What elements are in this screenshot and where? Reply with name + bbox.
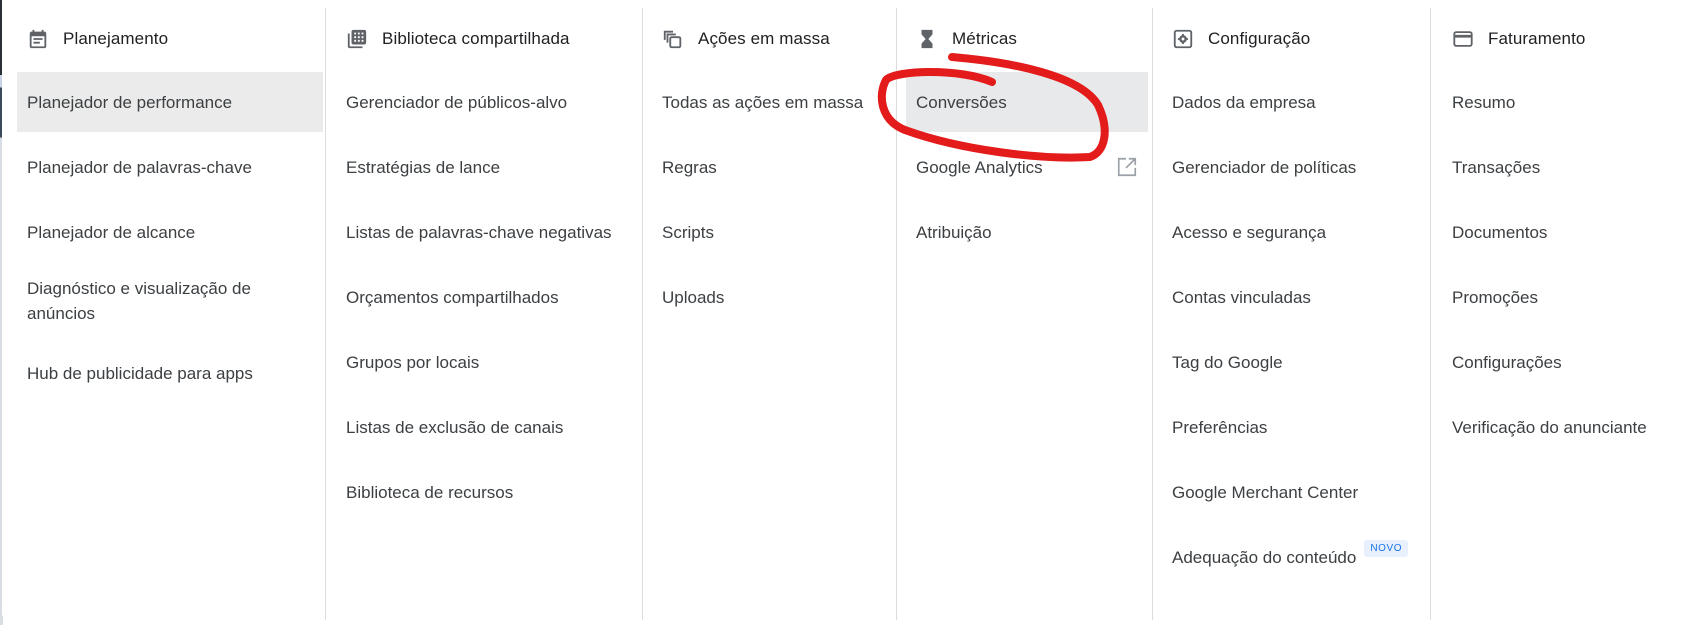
column-divider [896, 8, 897, 620]
menu-item-grupos-por-locais[interactable]: Grupos por locais [336, 332, 641, 392]
menu-item-label: Configurações [1452, 352, 1562, 372]
column-title: Faturamento [1488, 29, 1586, 48]
column-metricas: Métricas Conversões Google Analytics Atr… [906, 0, 1148, 623]
column-divider [325, 8, 326, 620]
menu-item-label: Planejador de performance [27, 92, 233, 112]
menu-item-estrategias-de-lance[interactable]: Estratégias de lance [336, 137, 641, 197]
menu-item-label: Biblioteca de recursos [346, 482, 514, 502]
menu-item-biblioteca-de-recursos[interactable]: Biblioteca de recursos [336, 462, 641, 522]
menu-item-google-analytics[interactable]: Google Analytics [906, 137, 1148, 197]
menu-item-resumo[interactable]: Resumo [1442, 72, 1686, 132]
menu-item-listas-de-palavras-chave-negativas[interactable]: Listas de palavras-chave negativas [336, 202, 641, 262]
column-title: Métricas [952, 29, 1018, 48]
menu-item-label: Tag do Google [1172, 352, 1283, 372]
menu-item-label: Dados da empresa [1172, 92, 1316, 112]
menu-item-documentos[interactable]: Documentos [1442, 202, 1686, 262]
column-divider [1430, 8, 1431, 620]
menu-item-verificacao-do-anunciante[interactable]: Verificação do anunciante [1442, 397, 1686, 457]
menu-item-planejador-de-performance[interactable]: Planejador de performance [17, 72, 323, 132]
calendar-icon [27, 28, 49, 50]
menu-item-promocoes[interactable]: Promoções [1442, 267, 1686, 327]
menu-item-acesso-e-seguranca[interactable]: Acesso e segurança [1162, 202, 1427, 262]
menu-item-label: Listas de exclusão de canais [346, 417, 564, 437]
menu-item-label: Orçamentos compartilhados [346, 287, 559, 307]
column-title: Biblioteca compartilhada [382, 29, 570, 48]
menu-item-label: Diagnóstico e visualização de anúncios [27, 279, 251, 323]
menu-item-todas-as-acoes-em-massa[interactable]: Todas as ações em massa [652, 72, 897, 132]
menu-item-conversoes[interactable]: Conversões [906, 72, 1148, 132]
menu-item-label: Google Merchant Center [1172, 482, 1359, 502]
menu-item-atribuicao[interactable]: Atribuição [906, 202, 1148, 262]
menu-item-orcamentos-compartilhados[interactable]: Orçamentos compartilhados [336, 267, 641, 327]
menu-item-diagnostico-e-visualizacao[interactable]: Diagnóstico e visualização de anúncios [17, 269, 323, 333]
column-header: Ações em massa [662, 24, 897, 54]
menu-item-label: Uploads [662, 287, 725, 307]
menu-item-google-merchant-center[interactable]: Google Merchant Center [1162, 462, 1427, 522]
column-configuracao: Configuração Dados da empresa Gerenciado… [1162, 0, 1427, 623]
settings-icon [1172, 28, 1194, 50]
billing-card-icon [1452, 28, 1474, 50]
menu-item-preferencias[interactable]: Preferências [1162, 397, 1427, 457]
column-faturamento: Faturamento Resumo Transações Documentos… [1442, 0, 1686, 623]
menu-item-label: Acesso e segurança [1172, 222, 1327, 242]
menu-item-label: Resumo [1452, 92, 1516, 112]
menu-item-label: Promoções [1452, 287, 1538, 307]
menu-item-label: Regras [662, 157, 717, 177]
menu-item-label: Adequação do conteúdo [1172, 547, 1357, 567]
menu-item-label: Gerenciador de políticas [1172, 157, 1357, 177]
menu-item-adequacao-do-conteudo[interactable]: Adequação do conteúdo NOVO [1162, 527, 1427, 587]
column-biblioteca-compartilhada: Biblioteca compartilhada Gerenciador de … [336, 0, 641, 623]
menu-item-label: Todas as ações em massa [662, 92, 864, 112]
menu-item-gerenciador-de-publicos-alvo[interactable]: Gerenciador de públicos-alvo [336, 72, 641, 132]
menu-item-label: Transações [1452, 157, 1541, 177]
menu-item-dados-da-empresa[interactable]: Dados da empresa [1162, 72, 1427, 132]
menu-item-label: Grupos por locais [346, 352, 480, 372]
menu-item-uploads[interactable]: Uploads [652, 267, 897, 327]
column-title: Planejamento [63, 29, 169, 48]
menu-item-configuracoes[interactable]: Configurações [1442, 332, 1686, 392]
menu-item-transacoes[interactable]: Transações [1442, 137, 1686, 197]
menu-item-label: Conversões [916, 92, 1007, 112]
menu-item-label: Estratégias de lance [346, 157, 501, 177]
bulk-actions-icon [662, 28, 684, 50]
menu-item-listas-de-exclusao-de-canais[interactable]: Listas de exclusão de canais [336, 397, 641, 457]
column-acoes-em-massa: Ações em massa Todas as ações em massa R… [652, 0, 897, 623]
menu-item-label: Google Analytics [916, 157, 1043, 177]
tools-menu-panel: Planejamento Planejador de performance P… [2, 0, 1686, 623]
column-divider [642, 8, 643, 620]
menu-item-gerenciador-de-politicas[interactable]: Gerenciador de políticas [1162, 137, 1427, 197]
menu-item-label: Planejador de palavras-chave [27, 157, 252, 177]
column-title: Ações em massa [698, 29, 830, 48]
menu-item-contas-vinculadas[interactable]: Contas vinculadas [1162, 267, 1427, 327]
menu-item-planejador-de-alcance[interactable]: Planejador de alcance [17, 202, 323, 262]
menu-item-label: Preferências [1172, 417, 1268, 437]
menu-item-scripts[interactable]: Scripts [652, 202, 897, 262]
menu-item-label: Scripts [662, 222, 714, 242]
menu-item-planejador-de-palavras-chave[interactable]: Planejador de palavras-chave [17, 137, 323, 197]
external-link-icon[interactable] [1116, 156, 1138, 178]
menu-item-label: Listas de palavras-chave negativas [346, 222, 612, 242]
column-divider [1152, 8, 1153, 620]
column-header: Configuração [1172, 24, 1427, 54]
menu-item-regras[interactable]: Regras [652, 137, 897, 197]
column-header: Métricas [916, 24, 1148, 54]
new-badge: NOVO [1364, 539, 1409, 557]
menu-item-label: Contas vinculadas [1172, 287, 1311, 307]
column-header: Planejamento [27, 24, 323, 54]
menu-item-label: Hub de publicidade para apps [27, 363, 253, 383]
menu-item-label: Verificação do anunciante [1452, 417, 1647, 437]
column-header: Biblioteca compartilhada [346, 24, 641, 54]
menu-item-label: Planejador de alcance [27, 222, 196, 242]
menu-item-label: Documentos [1452, 222, 1548, 242]
menu-item-hub-de-publicidade[interactable]: Hub de publicidade para apps [17, 343, 323, 403]
library-icon [346, 28, 368, 50]
hourglass-icon [916, 28, 938, 50]
menu-item-label: Atribuição [916, 222, 992, 242]
menu-item-label: Gerenciador de públicos-alvo [346, 92, 568, 112]
menu-item-tag-do-google[interactable]: Tag do Google [1162, 332, 1427, 392]
column-title: Configuração [1208, 29, 1311, 48]
column-planejamento: Planejamento Planejador de performance P… [17, 0, 323, 623]
column-header: Faturamento [1452, 24, 1686, 54]
